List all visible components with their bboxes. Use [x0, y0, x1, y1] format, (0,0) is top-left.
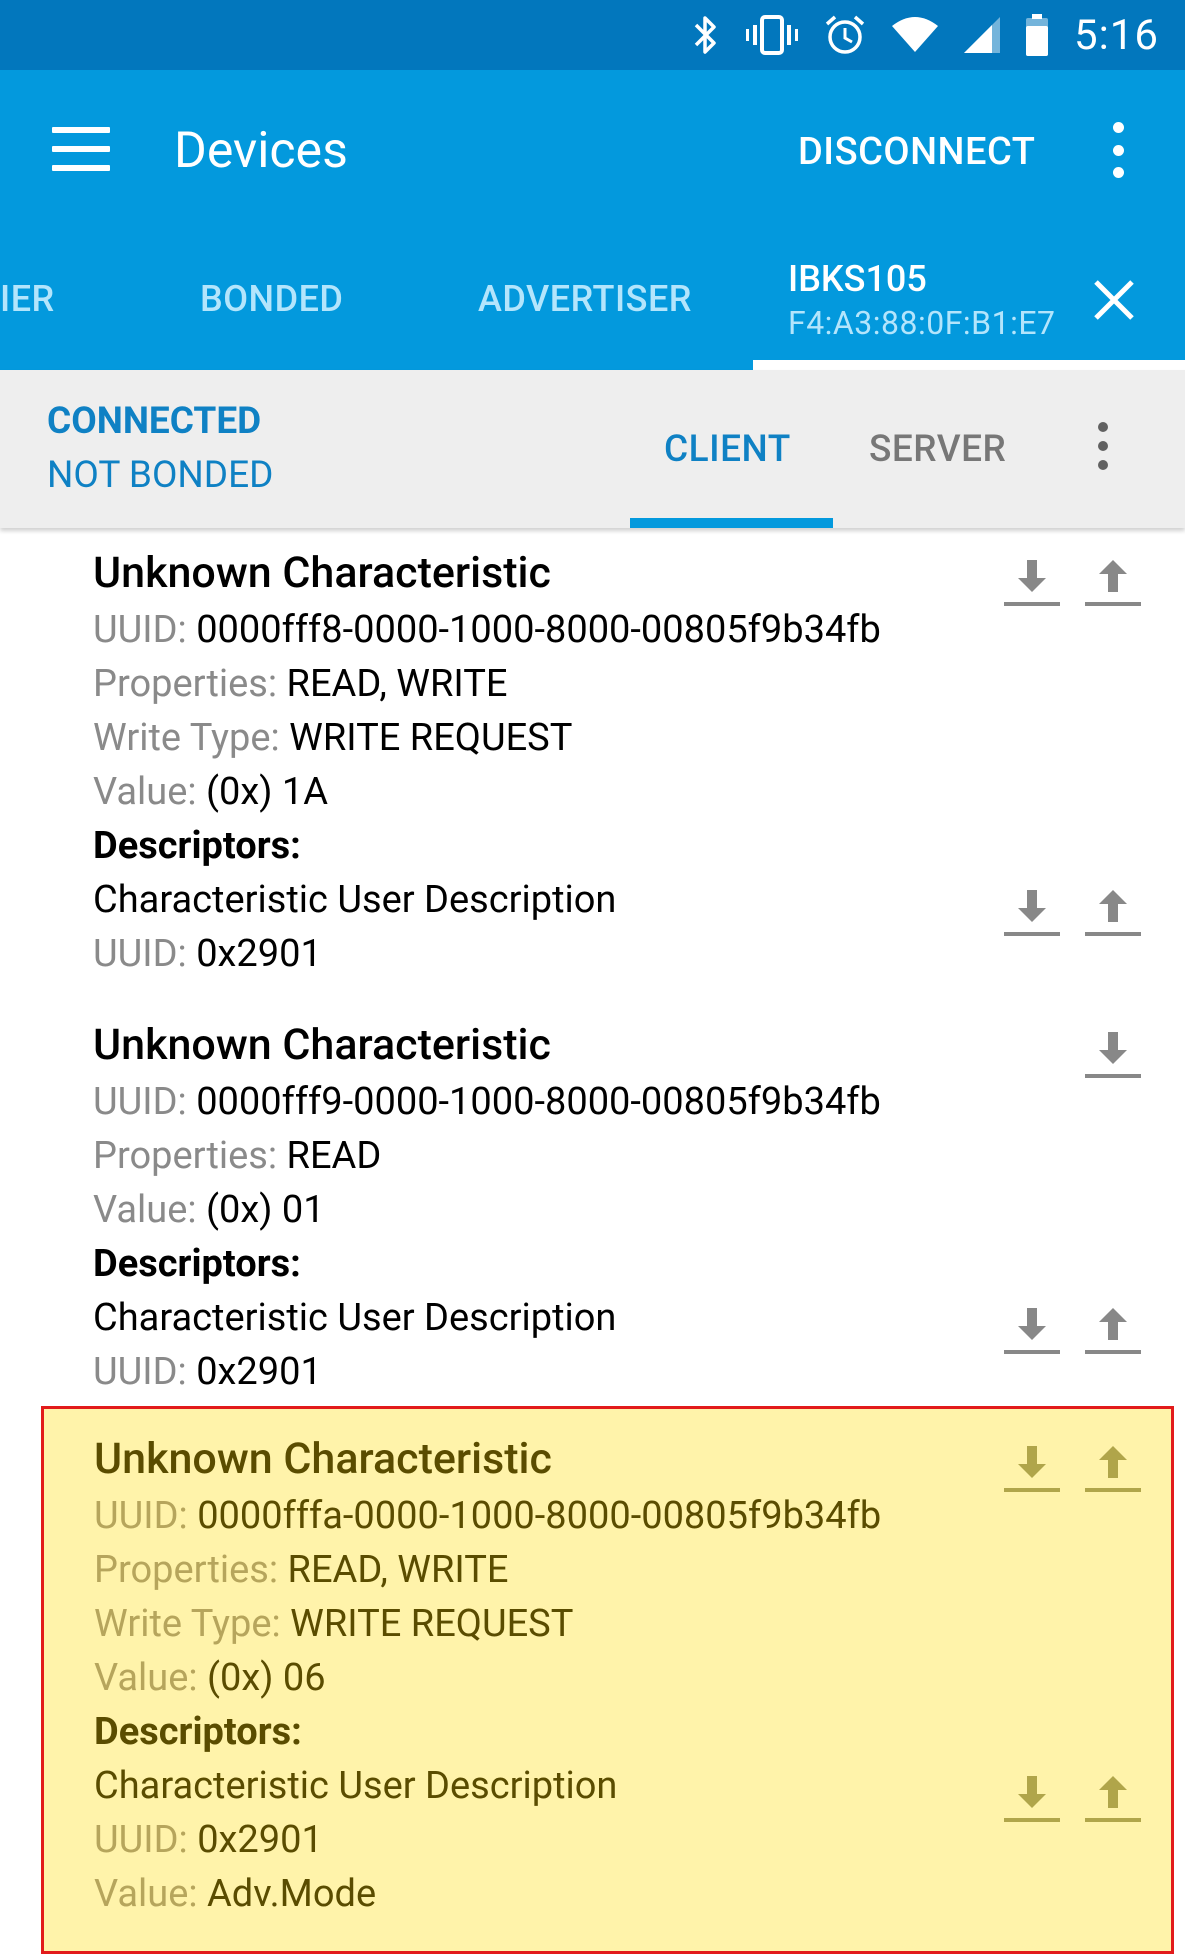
descriptors-heading: Descriptors:	[94, 1710, 302, 1754]
tab-device-address[interactable]: F4:A3:88:0F:B1:E7	[788, 304, 1056, 342]
descriptor-value-row: Value: Adv.Mode	[94, 1872, 376, 1916]
close-icon[interactable]	[1090, 276, 1138, 324]
descriptor-name: Characteristic User Description	[93, 878, 617, 922]
status-bar: 5:16	[0, 0, 1185, 70]
descriptor-write-icon[interactable]	[1084, 1306, 1142, 1356]
status-icons: 5:16	[692, 0, 1159, 70]
descriptor-uuid-value: 0x2901	[196, 932, 322, 976]
write-type-label: Write Type:	[94, 1602, 281, 1646]
write-icon[interactable]	[1084, 558, 1142, 608]
write-type-value: WRITE REQUEST	[289, 716, 573, 760]
tab-bonded[interactable]: BONDED	[200, 278, 343, 320]
descriptor-write-icon[interactable]	[1084, 888, 1142, 938]
cell-signal-icon	[964, 17, 1000, 53]
properties-value: READ	[286, 1134, 382, 1178]
characteristic-title: Unknown Characteristic	[93, 548, 551, 598]
value-row: Value: (0x) 1A	[93, 770, 328, 814]
descriptor-write-icon[interactable]	[1084, 1774, 1142, 1824]
descriptor-uuid-row: UUID: 0x2901	[94, 1818, 323, 1862]
descriptor-uuid-row: UUID: 0x2901	[93, 932, 322, 976]
value-row: Value: (0x) 01	[93, 1188, 325, 1232]
app-title: Devices	[174, 122, 348, 180]
uuid-row: UUID: 0000fff9-0000-1000-8000-00805f9b34…	[93, 1080, 881, 1124]
properties-row: Properties: READ	[93, 1134, 381, 1178]
characteristics-list: Unknown Characteristic UUID: 0000fff8-00…	[0, 528, 1185, 1958]
connection-state: CONNECTED	[47, 400, 262, 443]
uuid-row: UUID: 0000fffa-0000-1000-8000-00805f9b34…	[94, 1494, 881, 1538]
value-label: Value:	[94, 1656, 198, 1700]
read-icon[interactable]	[1084, 1030, 1142, 1080]
read-icon[interactable]	[1003, 1444, 1061, 1494]
wifi-icon	[892, 16, 938, 54]
characteristic-title: Unknown Characteristic	[93, 1020, 551, 1070]
more-options-icon[interactable]	[1094, 422, 1112, 470]
read-icon[interactable]	[1003, 558, 1061, 608]
more-options-icon[interactable]	[1106, 122, 1130, 178]
uuid-value: 0000fff8-0000-1000-8000-00805f9b34fb	[196, 608, 881, 652]
uuid-label: UUID:	[93, 1080, 187, 1124]
descriptor-uuid-value: 0x2901	[197, 1818, 323, 1862]
value-value: (0x) 1A	[206, 770, 329, 814]
battery-icon	[1026, 14, 1048, 56]
write-type-value: WRITE REQUEST	[290, 1602, 574, 1646]
write-type-row: Write Type: WRITE REQUEST	[93, 716, 572, 760]
tab-indicator	[753, 360, 1185, 370]
write-type-label: Write Type:	[93, 716, 280, 760]
uuid-label: UUID:	[93, 932, 187, 976]
uuid-label: UUID:	[93, 1350, 187, 1394]
tab-scanner[interactable]: IER	[0, 278, 55, 320]
descriptor-read-icon[interactable]	[1003, 1306, 1061, 1356]
value-value: (0x) 01	[206, 1188, 325, 1232]
descriptor-read-icon[interactable]	[1003, 888, 1061, 938]
highlighted-characteristic: Unknown Characteristic UUID: 0000fffa-00…	[41, 1406, 1174, 1954]
write-type-row: Write Type: WRITE REQUEST	[94, 1602, 573, 1646]
uuid-value: 0000fffa-0000-1000-8000-00805f9b34fb	[197, 1494, 882, 1538]
descriptor-value: Adv.Mode	[207, 1872, 377, 1916]
properties-value: READ, WRITE	[286, 662, 508, 706]
value-value: (0x) 06	[207, 1656, 326, 1700]
write-icon[interactable]	[1084, 1444, 1142, 1494]
uuid-value: 0000fff9-0000-1000-8000-00805f9b34fb	[196, 1080, 881, 1124]
status-time: 5:16	[1074, 10, 1159, 60]
descriptor-uuid-row: UUID: 0x2901	[93, 1350, 322, 1394]
descriptors-heading: Descriptors:	[93, 824, 301, 868]
app-bar: Devices DISCONNECT IER BONDED ADVERTISER…	[0, 70, 1185, 370]
bond-state: NOT BONDED	[47, 454, 274, 497]
disconnect-button[interactable]: DISCONNECT	[798, 130, 1035, 174]
uuid-label: UUID:	[93, 608, 187, 652]
client-tab-indicator	[630, 518, 833, 528]
descriptors-heading: Descriptors:	[93, 1242, 301, 1286]
tab-device-name[interactable]: IBKS105	[788, 258, 927, 300]
properties-row: Properties: READ, WRITE	[93, 662, 507, 706]
descriptor-name: Characteristic User Description	[94, 1764, 618, 1808]
uuid-label: UUID:	[94, 1818, 188, 1862]
value-row: Value: (0x) 06	[94, 1656, 326, 1700]
tab-server[interactable]: SERVER	[869, 428, 1006, 471]
descriptor-name: Characteristic User Description	[93, 1296, 617, 1340]
tab-advertiser[interactable]: ADVERTISER	[478, 278, 692, 320]
properties-label: Properties:	[94, 1548, 279, 1592]
properties-label: Properties:	[93, 1134, 278, 1178]
alarm-icon	[824, 14, 866, 56]
uuid-label: UUID:	[94, 1494, 188, 1538]
properties-value: READ, WRITE	[287, 1548, 509, 1592]
connection-bar: CONNECTED NOT BONDED CLIENT SERVER	[0, 370, 1185, 528]
value-label: Value:	[93, 770, 197, 814]
properties-label: Properties:	[93, 662, 278, 706]
value-label: Value:	[94, 1872, 198, 1916]
bluetooth-icon	[692, 15, 720, 55]
uuid-row: UUID: 0000fff8-0000-1000-8000-00805f9b34…	[93, 608, 881, 652]
tab-client[interactable]: CLIENT	[664, 428, 791, 471]
characteristic-title: Unknown Characteristic	[94, 1434, 552, 1484]
vibrate-icon	[746, 15, 798, 55]
descriptor-read-icon[interactable]	[1003, 1774, 1061, 1824]
descriptor-uuid-value: 0x2901	[196, 1350, 322, 1394]
properties-row: Properties: READ, WRITE	[94, 1548, 508, 1592]
menu-icon[interactable]	[52, 127, 110, 171]
value-label: Value:	[93, 1188, 197, 1232]
